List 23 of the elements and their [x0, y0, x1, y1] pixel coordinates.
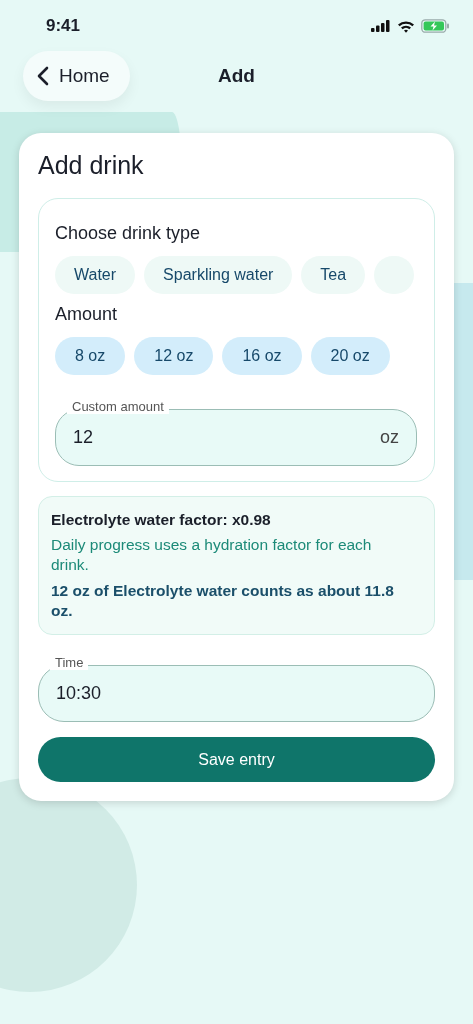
- chevron-left-icon: [37, 66, 49, 86]
- field-label: Custom amount: [67, 399, 169, 414]
- section-label: Amount: [55, 304, 119, 325]
- factor-result: 12 oz of Electrolyte water counts as about 11.8 oz.: [51, 581, 395, 621]
- wifi-icon: [397, 19, 415, 33]
- back-button[interactable]: Home: [23, 51, 130, 101]
- drink-chip[interactable]: Sparkling water: [144, 256, 293, 294]
- status-time: 9:41: [46, 16, 81, 36]
- amount-chip[interactable]: 8 oz: [55, 337, 126, 375]
- amount-chip[interactable]: 12 oz: [134, 337, 214, 375]
- signal-icon: [371, 20, 391, 32]
- field-label: Time: [50, 655, 89, 670]
- factor-note: Daily progress uses a hydration factor for each drink.: [51, 535, 373, 575]
- save-button[interactable]: Save entry: [38, 737, 435, 782]
- factor-heading: Electrolyte water factor: x0.98: [51, 511, 272, 529]
- drink-chip[interactable]: Water: [55, 256, 136, 294]
- battery-charging-icon: [421, 19, 450, 33]
- card-title: Add drink: [38, 151, 145, 180]
- amount-chip[interactable]: 20 oz: [310, 337, 390, 375]
- section-label: Choose drink type: [55, 223, 202, 244]
- page-title: Add: [217, 65, 256, 87]
- drink-chip[interactable]: Tea: [301, 256, 366, 294]
- amount-chip[interactable]: 16 oz: [222, 337, 302, 375]
